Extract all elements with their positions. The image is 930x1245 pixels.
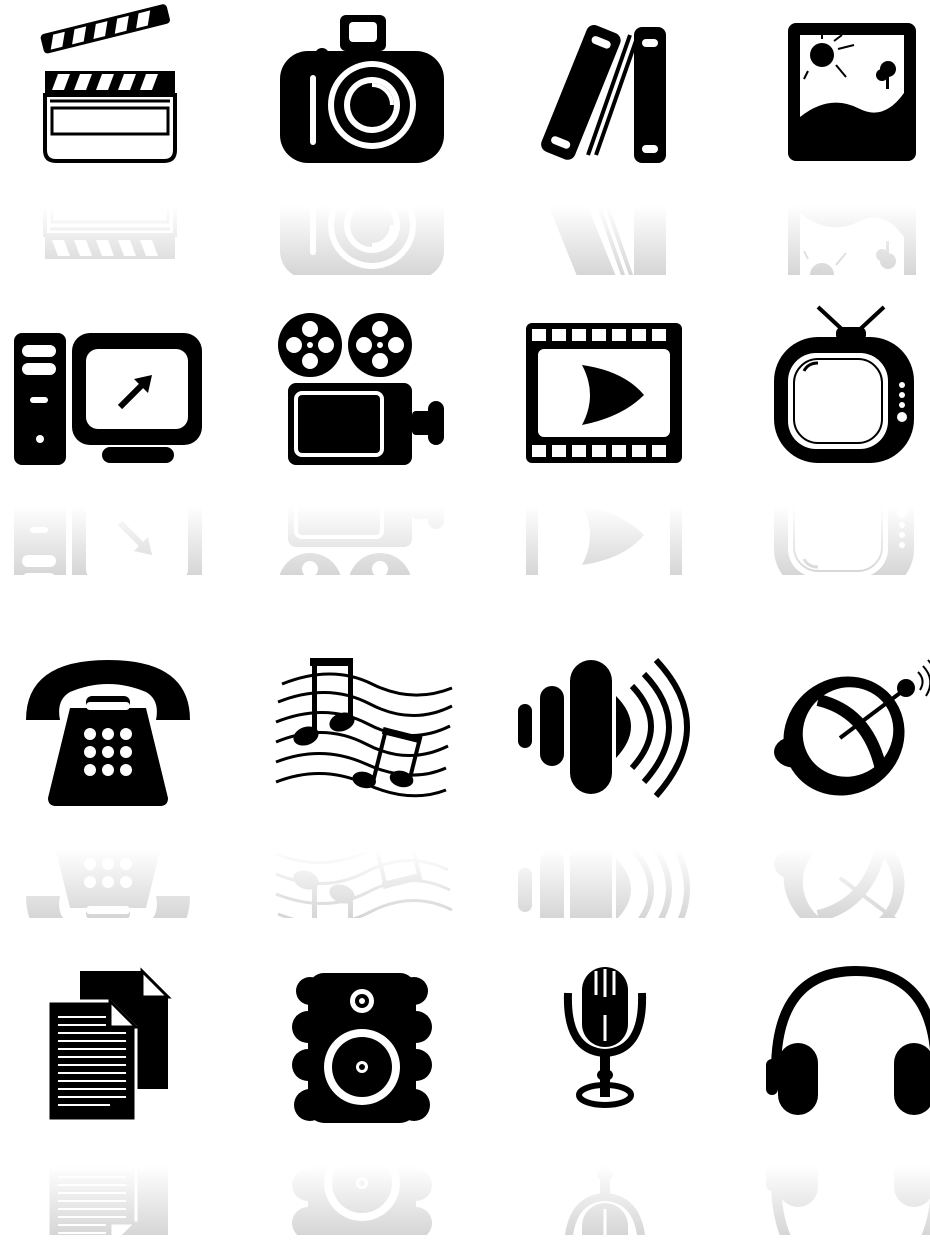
- documents-tile[interactable]: [10, 965, 210, 1245]
- icon-grid: [0, 0, 930, 1235]
- film-projector-tile[interactable]: [262, 305, 462, 585]
- music-notes-tile[interactable]: [262, 648, 462, 928]
- sound-waves-icon: [518, 657, 690, 798]
- clapperboard-icon: [40, 4, 177, 163]
- clapperboard-tile[interactable]: [10, 4, 210, 285]
- clapperboard-reflection: [10, 165, 210, 275]
- headphones-tile[interactable]: [760, 965, 930, 1245]
- retro-tv-tile[interactable]: [760, 305, 930, 585]
- camera-icon: [280, 15, 444, 163]
- film-projector-reflection: [262, 465, 462, 575]
- sound-waves-tile[interactable]: [512, 648, 712, 928]
- microphone-icon: [563, 967, 647, 1108]
- camera-reflection: [262, 165, 462, 275]
- microphone-reflection: [512, 1125, 712, 1235]
- speaker-tile[interactable]: [262, 965, 462, 1245]
- film-projector-icon: [278, 313, 444, 465]
- documents-reflection: [10, 1125, 210, 1235]
- video-play-icon: [526, 323, 682, 463]
- satellite-dish-tile[interactable]: [760, 648, 930, 928]
- sound-waves-reflection: [512, 808, 712, 918]
- satellite-dish-reflection: [760, 808, 930, 918]
- satellite-dish-icon: [774, 659, 930, 796]
- documents-icon: [46, 967, 172, 1123]
- microphone-tile[interactable]: [512, 965, 712, 1245]
- landscape-picture-reflection: [760, 165, 930, 275]
- books-icon: [541, 25, 666, 163]
- music-notes-reflection: [262, 808, 462, 918]
- books-tile[interactable]: [512, 5, 712, 285]
- music-notes-icon: [275, 658, 453, 798]
- books-reflection: [512, 165, 712, 275]
- retro-tv-reflection: [760, 465, 930, 575]
- camera-tile[interactable]: [262, 5, 462, 285]
- retro-tv-icon: [774, 305, 914, 463]
- headphones-icon: [766, 965, 930, 1115]
- speaker-icon: [292, 973, 432, 1123]
- desktop-computer-icon: [14, 333, 202, 465]
- landscape-picture-icon: [788, 23, 916, 161]
- video-play-reflection: [512, 465, 712, 575]
- headphones-reflection: [760, 1125, 930, 1235]
- landscape-picture-tile[interactable]: [760, 5, 930, 285]
- desktop-computer-reflection: [10, 465, 210, 575]
- telephone-tile[interactable]: [10, 648, 210, 928]
- telephone-reflection: [10, 808, 210, 918]
- desktop-computer-tile[interactable]: [10, 305, 210, 585]
- video-play-tile[interactable]: [512, 305, 712, 585]
- speaker-reflection: [262, 1125, 462, 1235]
- telephone-icon: [26, 660, 190, 806]
